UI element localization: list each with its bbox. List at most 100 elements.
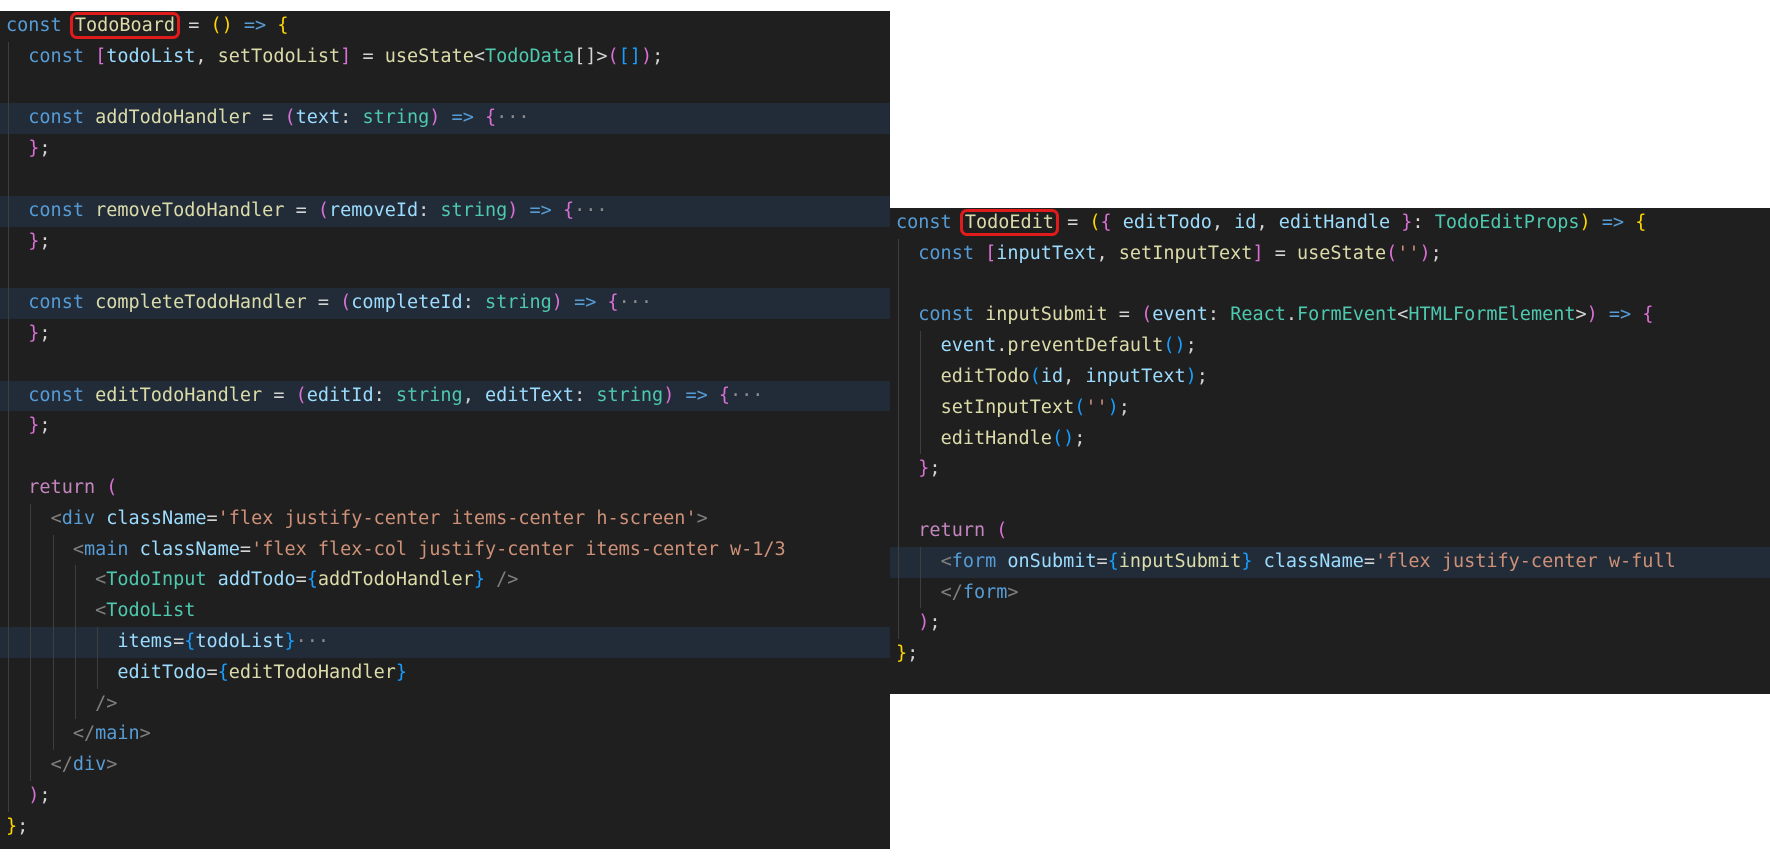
code-line[interactable] xyxy=(890,270,1770,301)
code-token: id xyxy=(1040,366,1064,387)
code-line[interactable]: return ( xyxy=(0,473,890,504)
code-editor-todoedit[interactable]: const TodoEdit = ({ editTodo, id, editHa… xyxy=(890,208,1770,694)
code-line[interactable]: /> xyxy=(0,689,890,720)
code-line[interactable] xyxy=(0,73,890,104)
code-line[interactable]: const inputSubmit = (event: React.FormEv… xyxy=(890,300,1770,331)
code-token: id xyxy=(1234,212,1257,233)
code-line[interactable]: const [todoList, setTodoList] = useState… xyxy=(0,42,890,73)
code-token: { xyxy=(217,661,229,683)
code-line[interactable]: const removeTodoHandler = (removeId: str… xyxy=(0,195,890,227)
code-token: } xyxy=(28,230,40,252)
code-line[interactable]: setInputText(''); xyxy=(890,393,1770,424)
code-token: [ xyxy=(95,45,107,67)
code-token: } xyxy=(284,631,296,652)
code-line[interactable]: editTodo(id, inputText); xyxy=(890,362,1770,393)
code-token: React xyxy=(1230,304,1286,326)
code-line[interactable] xyxy=(0,257,890,288)
code-token: = xyxy=(306,292,341,314)
fold-ellipsis-icon[interactable]: ··· xyxy=(574,200,607,221)
code-token: addTodo xyxy=(217,569,296,591)
code-token: , xyxy=(1096,242,1119,264)
code-line[interactable]: return ( xyxy=(890,516,1770,547)
code-line[interactable] xyxy=(0,165,890,196)
code-token: [] xyxy=(618,45,641,67)
code-line[interactable]: }; xyxy=(0,411,890,442)
code-token: { xyxy=(1642,304,1654,326)
code-token: = xyxy=(284,199,318,221)
code-token: className xyxy=(139,538,240,560)
code-line[interactable]: <TodoInput addTodo={addTodoHandler} /> xyxy=(0,565,890,596)
code-token: ; xyxy=(1185,335,1197,357)
code-token: ) xyxy=(918,612,930,634)
code-token: ) xyxy=(1107,396,1119,418)
code-token: } xyxy=(395,661,407,683)
code-token: div xyxy=(61,507,96,529)
fold-ellipsis-icon[interactable]: ··· xyxy=(296,631,329,652)
code-line[interactable] xyxy=(0,442,890,473)
fold-ellipsis-icon[interactable]: ··· xyxy=(496,107,529,128)
code-line[interactable]: </div> xyxy=(0,750,890,781)
code-line[interactable]: editTodo={editTodoHandler} xyxy=(0,658,890,689)
code-token: FormEvent xyxy=(1297,304,1398,326)
code-line[interactable]: }; xyxy=(0,812,890,843)
code-token: return xyxy=(28,477,107,498)
code-line[interactable]: const editTodoHandler = (editId: string,… xyxy=(0,380,890,412)
code-token: : xyxy=(373,384,396,406)
code-token: inputText xyxy=(1085,366,1186,387)
code-token: TodoData xyxy=(484,45,575,67)
code-line[interactable]: event.preventDefault(); xyxy=(890,331,1770,362)
code-line[interactable]: <TodoList xyxy=(0,596,890,627)
code-token: </ xyxy=(50,754,73,776)
code-line[interactable]: <form onSubmit={inputSubmit} className='… xyxy=(890,546,1770,578)
code-line[interactable]: const completeTodoHandler = (completeId:… xyxy=(0,288,890,319)
code-line[interactable]: }; xyxy=(0,319,890,350)
code-line[interactable]: }; xyxy=(890,639,1770,670)
code-line[interactable]: </form> xyxy=(890,578,1770,609)
code-line[interactable]: ); xyxy=(0,781,890,812)
code-token: ) xyxy=(551,292,563,314)
code-line[interactable]: <div className='flex justify-center item… xyxy=(0,504,890,535)
code-line[interactable]: </main> xyxy=(0,719,890,750)
code-token: setTodoList xyxy=(217,45,341,67)
code-token: TodoInput xyxy=(106,569,207,591)
code-token: 'flex justify-center items-center h-scre… xyxy=(217,507,697,529)
code-editor-todoboard[interactable]: const TodoBoard = () => { const [todoLis… xyxy=(0,11,890,849)
code-line[interactable]: editHandle(); xyxy=(890,424,1770,455)
fold-ellipsis-icon[interactable]: ··· xyxy=(730,385,763,406)
code-line[interactable]: }; xyxy=(890,454,1770,485)
code-line[interactable]: const [inputText, setInputText] = useSta… xyxy=(890,239,1770,270)
code-line[interactable]: ); xyxy=(890,608,1770,639)
code-token: editTodoHandler xyxy=(95,384,263,406)
code-token: { xyxy=(562,199,575,221)
code-token: ) xyxy=(507,199,519,221)
code-line[interactable]: }; xyxy=(0,227,890,258)
code-token: editHandle xyxy=(1278,212,1391,233)
code-token: = xyxy=(177,15,211,36)
fold-ellipsis-icon[interactable]: ··· xyxy=(619,292,652,313)
code-token: todoList xyxy=(106,45,196,67)
code-token: , xyxy=(462,384,485,406)
code-token: ; xyxy=(39,323,51,344)
code-line[interactable] xyxy=(0,350,890,381)
code-token: editTodo xyxy=(117,661,207,683)
code-line[interactable]: }; xyxy=(0,134,890,165)
code-token: form xyxy=(951,550,997,572)
code-line[interactable]: const TodoBoard = () => { xyxy=(0,11,890,42)
highlighted-component-name: TodoBoard xyxy=(69,12,181,39)
code-line[interactable]: const TodoEdit = ({ editTodo, id, editHa… xyxy=(890,208,1770,239)
code-line[interactable] xyxy=(890,485,1770,516)
code-token: useState xyxy=(1297,242,1387,264)
code-line[interactable]: const addTodoHandler = (text: string) =>… xyxy=(0,103,890,135)
code-line[interactable]: items={todoList}··· xyxy=(0,627,890,658)
code-token: ) xyxy=(1185,366,1197,387)
code-line[interactable]: <main className='flex flex-col justify-c… xyxy=(0,535,890,566)
